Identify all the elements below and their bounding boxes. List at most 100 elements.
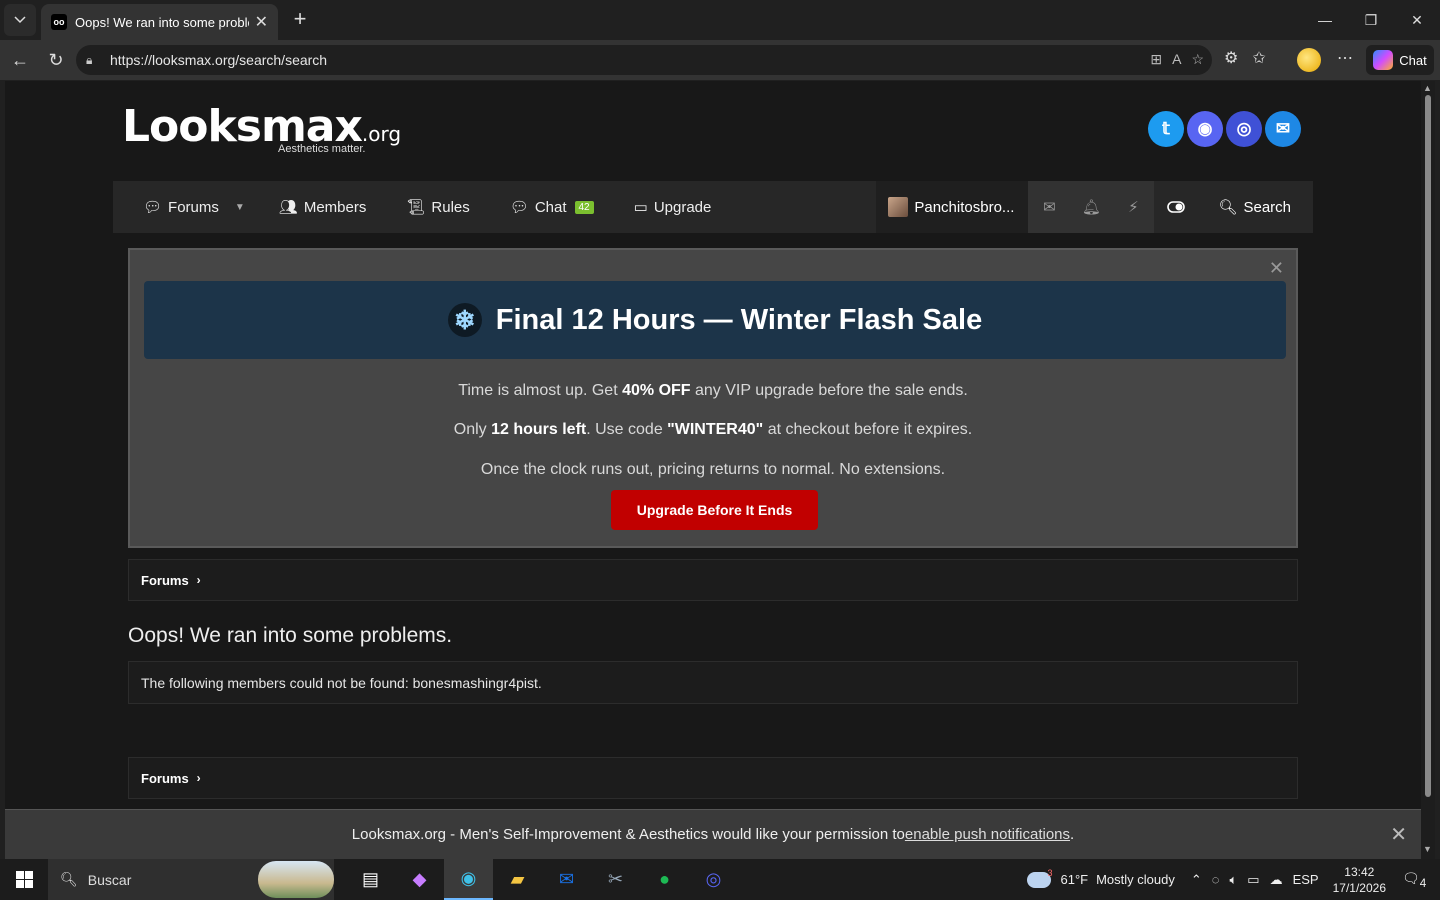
search-icon: 🔍︎ <box>60 871 78 887</box>
browser-tools: ⚙ ✩ <box>1224 48 1266 68</box>
chevron-up-icon[interactable]: ⌃ <box>1191 872 1202 888</box>
start-button[interactable] <box>0 859 48 900</box>
tab-list-button[interactable] <box>4 4 36 36</box>
copilot-app-icon[interactable]: ◆ <box>395 859 444 900</box>
nav-members[interactable]: 👥︎ Members <box>265 181 387 233</box>
email-icon[interactable]: ✉ <box>1265 111 1301 147</box>
language-indicator[interactable]: ESP <box>1293 872 1319 888</box>
new-tab-button[interactable]: + <box>288 8 312 32</box>
account-menu[interactable]: Panchitosbro... <box>876 181 1029 233</box>
twitter-icon[interactable]: 𝕥 <box>1148 111 1184 147</box>
minimize-icon[interactable]: — <box>1302 0 1348 40</box>
scroll-down-icon[interactable]: ▼ <box>1423 844 1432 854</box>
page-title: Oops! We ran into some problems. <box>128 624 453 647</box>
spotify-icon[interactable]: ● <box>640 859 689 900</box>
nav-search[interactable]: 🔍︎ Search <box>1198 181 1313 233</box>
scrollbar[interactable]: ▲ ▼ <box>1421 81 1435 859</box>
browser-tab[interactable]: oo Oops! We ran into some problems. ✕ <box>41 4 278 40</box>
edge-icon[interactable]: ◉ <box>444 859 493 900</box>
tray-icons: ⌃ ◌ 🔈︎ ▭ ☁ ESP <box>1191 872 1319 888</box>
nav-chat[interactable]: 💬︎ Chat 42 <box>490 181 614 233</box>
enable-push-link[interactable]: enable push notifications <box>905 826 1070 843</box>
close-window-icon[interactable]: ✕ <box>1394 0 1440 40</box>
back-icon[interactable]: ← <box>8 48 32 72</box>
url-text: https://looksmax.org/search/search <box>110 52 328 68</box>
users-icon: 👥︎ <box>278 199 298 216</box>
search-highlight-image[interactable] <box>258 861 334 898</box>
nav-forums[interactable]: 💬︎ Forums ▼ <box>113 181 265 233</box>
page-viewport: Looksmax.org Aesthetics matter. 𝕥 ◉ ◎ ✉ … <box>5 81 1421 859</box>
network-icon[interactable]: ▭ <box>1247 872 1259 888</box>
task-view-icon[interactable]: ▤ <box>346 859 395 900</box>
refresh-icon[interactable]: ↻ <box>44 48 68 72</box>
caret-down-icon[interactable]: ▼ <box>235 202 245 213</box>
nav-rules-label: Rules <box>431 198 470 216</box>
nav-upgrade[interactable]: ▭ Upgrade <box>614 181 732 233</box>
meet-icon[interactable]: ◌ <box>1212 872 1220 888</box>
scrollbar-thumb[interactable] <box>1425 95 1431 797</box>
snowflake-icon: ❄ <box>447 303 482 337</box>
notification-icon: 🗨︎ <box>1402 869 1420 886</box>
upgrade-cta-button[interactable]: Upgrade Before It Ends <box>611 490 818 530</box>
discord-app-icon[interactable]: ◎ <box>689 859 738 900</box>
windows-icon <box>15 871 33 888</box>
read-aloud-icon[interactable]: A <box>1172 51 1181 68</box>
bolt-icon[interactable]: ⚡︎ <box>1112 198 1154 216</box>
outlook-icon[interactable]: ✉ <box>542 859 591 900</box>
account-icons: ✉ 🔔︎ ⚡︎ <box>1028 181 1155 233</box>
notification-center[interactable]: 🗨︎4 <box>1402 870 1430 890</box>
nav-rules[interactable]: 📜︎ Rules <box>386 181 489 233</box>
clock[interactable]: 13:42 17/1/2026 <box>1333 864 1386 896</box>
notification-count: 4 <box>1419 876 1427 890</box>
site-tagline: Aesthetics matter. <box>278 143 366 155</box>
weather-alert-badge: 3 <box>1047 867 1053 878</box>
weather-temp: 61°F <box>1060 872 1089 887</box>
discord-icon[interactable]: ◉ <box>1187 111 1223 147</box>
more-icon[interactable]: ⋯ <box>1337 48 1353 68</box>
restore-icon[interactable]: ❐ <box>1348 0 1394 40</box>
style-toggle[interactable] <box>1154 181 1198 233</box>
promo-banner: ✕ ❄ Final 12 Hours — Winter Flash Sale T… <box>128 248 1298 548</box>
chevron-right-icon: › <box>196 573 201 587</box>
clock-time: 13:42 <box>1344 864 1375 879</box>
close-tab-icon[interactable]: ✕ <box>255 12 268 32</box>
copilot-chat-button[interactable]: Chat <box>1366 45 1434 75</box>
social-links: 𝕥 ◉ ◎ ✉ <box>1148 111 1301 147</box>
error-message: The following members could not be found… <box>128 661 1298 704</box>
scroll-up-icon[interactable]: ▲ <box>1423 83 1432 93</box>
onedrive-icon[interactable]: ☁ <box>1270 872 1283 888</box>
push-notice: Looksmax.org - Men's Self-Improvement & … <box>5 809 1421 859</box>
window-controls: — ❐ ✕ <box>1302 0 1440 40</box>
snipping-tool-icon[interactable]: ✂ <box>591 859 640 900</box>
lock-icon: 🔒︎ <box>86 52 93 67</box>
favicon: oo <box>51 14 67 30</box>
tab-bar: oo Oops! We ran into some problems. ✕ + … <box>0 0 1440 40</box>
chat-count-badge: 42 <box>574 200 594 214</box>
taskbar: 🔍︎ Buscar ▤ ◆ ◉ ▰ ✉ ✂ ● ◎ 3 61°F Mostly … <box>0 859 1440 900</box>
promo-line-3: Once the clock runs out, pricing returns… <box>480 461 946 478</box>
weather-widget[interactable]: 3 61°F Mostly cloudy <box>1027 868 1175 888</box>
extensions-icon[interactable]: ⚙ <box>1224 48 1238 68</box>
address-bar[interactable]: 🔒︎ https://looksmax.org/search/search ⊞ … <box>76 45 1212 75</box>
clock-date: 17/1/2026 <box>1332 880 1386 895</box>
instagram-icon[interactable]: ◎ <box>1226 111 1262 147</box>
toggle-icon <box>1167 201 1186 213</box>
close-icon[interactable]: ✕ <box>1269 258 1284 279</box>
volume-icon[interactable]: 🔈︎ <box>1229 872 1237 888</box>
favorite-star-icon[interactable]: ☆ <box>1191 51 1204 68</box>
copilot-icon <box>1373 50 1394 70</box>
taskbar-search[interactable]: 🔍︎ Buscar <box>48 859 334 900</box>
close-icon[interactable]: ✕ <box>1390 822 1407 847</box>
nav-account-area: Panchitosbro... ✉ 🔔︎ ⚡︎ 🔍︎ Search <box>876 181 1313 233</box>
inbox-icon[interactable]: ✉ <box>1028 198 1070 216</box>
address-bar-actions: ⊞ A ☆ <box>1150 51 1204 68</box>
nav-forums-label: Forums <box>168 198 219 216</box>
profile-avatar[interactable] <box>1297 48 1321 72</box>
breadcrumb-forums[interactable]: Forums <box>141 573 189 588</box>
file-explorer-icon[interactable]: ▰ <box>493 859 542 900</box>
app-available-icon[interactable]: ⊞ <box>1150 51 1162 68</box>
chat-icon: 💬︎ <box>509 199 529 216</box>
bell-icon[interactable]: 🔔︎ <box>1070 198 1112 216</box>
breadcrumb-forums-bottom[interactable]: Forums <box>141 771 189 786</box>
favorites-icon[interactable]: ✩ <box>1252 48 1265 68</box>
